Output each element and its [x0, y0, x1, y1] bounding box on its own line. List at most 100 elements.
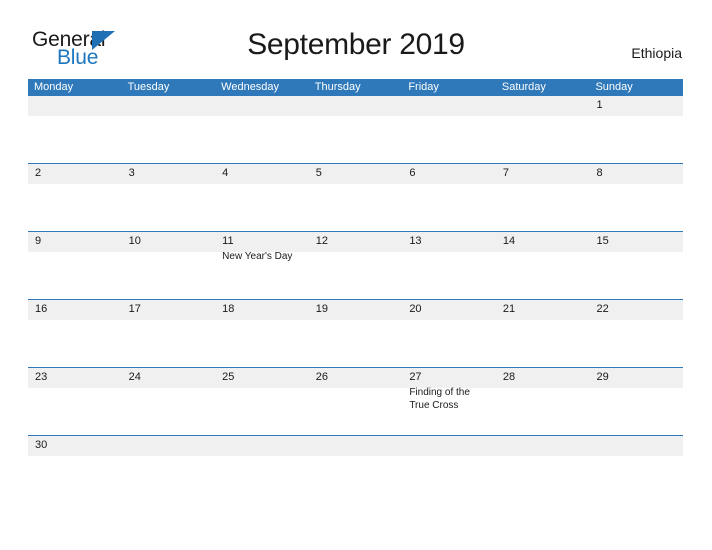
day-cell-29[interactable]: 29: [589, 368, 683, 435]
week-cells: 16 17 18 19 20 21 22: [28, 300, 683, 367]
weekday-header-wednesday: Wednesday: [221, 81, 280, 93]
day-number: 15: [596, 235, 609, 247]
day-number: 13: [409, 235, 422, 247]
day-number: 22: [596, 303, 609, 315]
calendar-week-row: 16 17 18 19 20 21 22: [28, 299, 683, 367]
day-cell-18[interactable]: 18: [215, 300, 309, 367]
calendar-grid: Monday Tuesday Wednesday Thursday Friday Satu…: [28, 79, 683, 460]
day-number: 1: [596, 99, 603, 111]
day-number: 8: [596, 167, 603, 179]
day-number: 9: [35, 235, 42, 247]
calendar-page: General Blue September 2019 Ethiopia Mon…: [0, 0, 712, 550]
day-cell-20[interactable]: 20: [402, 300, 496, 367]
event-label: Finding of the True Cross: [409, 387, 470, 411]
day-cell-11[interactable]: 11 New Year's Day: [215, 232, 309, 299]
day-number: 23: [35, 371, 48, 383]
calendar-week-row: 23 24 25 26 27 Finding of the True Cross 28 29: [28, 367, 683, 435]
day-cell-10[interactable]: 10: [122, 232, 216, 299]
day-number: 27: [409, 371, 422, 383]
day-number: 16: [35, 303, 48, 315]
week-cells: 9 10 11 New Year's Day 12 13 14 15: [28, 232, 683, 299]
day-cell-1[interactable]: 1: [589, 96, 683, 163]
week-cells: 30: [28, 436, 683, 460]
day-cell-15[interactable]: 15: [589, 232, 683, 299]
day-number: 19: [315, 303, 328, 315]
day-number: 21: [502, 303, 516, 315]
day-cell-empty: [496, 436, 590, 460]
day-number: 2: [35, 167, 42, 179]
day-cell-25[interactable]: 25: [215, 368, 309, 435]
day-cell-19[interactable]: 19: [309, 300, 403, 367]
week-cells: 23 24 25 26 27 Finding of the True Cross 28 29: [28, 368, 683, 435]
weekday-header-sunday: Sunday: [595, 81, 633, 93]
day-number: 30: [35, 439, 48, 451]
day-cell-30[interactable]: 30: [28, 436, 122, 460]
day-number: 20: [409, 303, 422, 315]
day-cell-28[interactable]: 28: [496, 368, 590, 435]
weekday-header-row: Monday Tuesday Wednesday Thursday Friday Satu…: [28, 79, 683, 96]
day-cell-26[interactable]: 26: [309, 368, 403, 435]
day-number: 12: [315, 235, 328, 247]
day-number: 11: [222, 235, 234, 247]
day-number: 3: [128, 167, 135, 179]
day-cell-empty: [215, 436, 309, 460]
day-number: 4: [222, 167, 229, 179]
day-cell-13[interactable]: 13: [402, 232, 496, 299]
calendar-week-row: 1: [28, 96, 683, 163]
day-cell-14[interactable]: 14: [496, 232, 590, 299]
day-number: 7: [502, 167, 510, 179]
region-label: Ethiopia: [631, 45, 682, 61]
day-cell-27[interactable]: 27 Finding of the True Cross: [402, 368, 496, 435]
day-number: 5: [315, 167, 322, 179]
week-cells: 1: [28, 96, 683, 163]
day-events: New Year's Day: [222, 251, 304, 264]
calendar-week-row: 9 10 11 New Year's Day 12 13 14 15: [28, 231, 683, 299]
day-cell-5[interactable]: 5: [309, 164, 403, 231]
day-cell-empty: [28, 96, 122, 163]
day-number: 25: [222, 371, 235, 383]
day-number: 10: [128, 235, 141, 247]
day-cell-4[interactable]: 4: [215, 164, 309, 231]
event-label: New Year's Day: [222, 251, 293, 262]
day-cell-empty: [215, 96, 309, 163]
page-header: General Blue September 2019 Ethiopia: [0, 0, 712, 76]
page-title: September 2019: [247, 28, 465, 61]
day-number: 24: [128, 371, 141, 383]
calendar-weeks: 1 2 3 4 5 6 7 8 9 10 11 New Year's Day 12 13 14 15 16 17 1…: [28, 96, 683, 460]
day-cell-3[interactable]: 3: [122, 164, 216, 231]
day-cell-7[interactable]: 7: [496, 164, 590, 231]
weekday-header-saturday: Saturday: [501, 81, 546, 93]
day-cell-empty: [402, 436, 496, 460]
weekday-header-thursday: Thursday: [314, 81, 361, 93]
day-cell-24[interactable]: 24: [122, 368, 216, 435]
calendar-week-row: 2 3 4 5 6 7 8: [28, 163, 683, 231]
day-cell-2[interactable]: 2: [28, 164, 122, 231]
day-cell-22[interactable]: 22: [589, 300, 683, 367]
day-cell-empty: [309, 436, 403, 460]
day-cell-17[interactable]: 17: [122, 300, 216, 367]
day-cell-8[interactable]: 8: [589, 164, 683, 231]
weekday-header-friday: Friday: [408, 81, 439, 93]
weekday-header-monday: Monday: [34, 81, 74, 93]
day-cell-21[interactable]: 21: [496, 300, 590, 367]
day-cell-empty: [589, 436, 683, 460]
day-number: 29: [596, 371, 609, 383]
day-events: Finding of the True Cross: [409, 387, 491, 412]
day-cell-empty: [496, 96, 590, 163]
day-number: 6: [409, 167, 416, 179]
week-cells: 2 3 4 5 6 7 8: [28, 164, 683, 231]
day-number: 18: [222, 303, 235, 315]
day-cell-12[interactable]: 12: [309, 232, 403, 299]
day-cell-6[interactable]: 6: [402, 164, 496, 231]
day-cell-empty: [122, 96, 216, 163]
calendar-week-row: 30: [28, 435, 683, 460]
day-cell-16[interactable]: 16: [28, 300, 122, 367]
day-cell-23[interactable]: 23: [28, 368, 122, 435]
day-number: 14: [502, 235, 516, 247]
day-cell-empty: [402, 96, 496, 163]
day-number: 26: [315, 371, 328, 383]
day-cell-9[interactable]: 9: [28, 232, 122, 299]
weekday-header-tuesday: Tuesday: [127, 81, 170, 93]
day-cell-empty: [309, 96, 403, 163]
day-number: 28: [502, 371, 516, 383]
